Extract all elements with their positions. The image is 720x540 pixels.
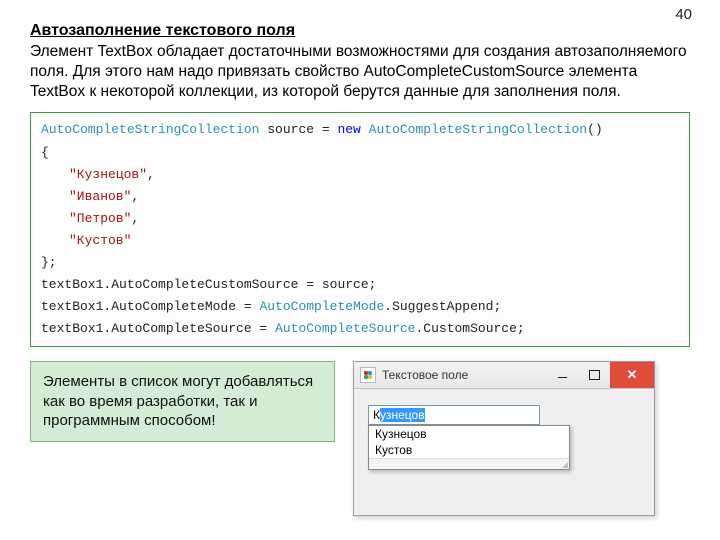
suggest-item[interactable]: Кустов bbox=[369, 442, 569, 458]
autocomplete-textbox[interactable]: Кузнецов Кузнецов Кустов bbox=[368, 405, 540, 425]
code-text: textBox1.AutoCompleteMode = bbox=[41, 299, 259, 314]
code-type: AutoCompleteStringCollection bbox=[41, 122, 259, 137]
body-paragraph: Элемент TextBox обладает достаточными во… bbox=[30, 42, 690, 102]
suggest-item[interactable]: Кузнецов bbox=[369, 426, 569, 442]
window-title: Текстовое поле bbox=[382, 368, 546, 382]
window-icon bbox=[360, 367, 376, 383]
window-client-area: Кузнецов Кузнецов Кустов bbox=[354, 389, 654, 515]
maximize-button[interactable] bbox=[578, 362, 610, 388]
code-string: "Кустов" bbox=[69, 233, 131, 248]
code-string: "Кузнецов" bbox=[69, 167, 147, 182]
page-number: 40 bbox=[675, 6, 692, 23]
minimize-button[interactable] bbox=[546, 362, 578, 388]
window-titlebar: Текстовое поле ✕ bbox=[354, 362, 654, 389]
selected-completion: узнецов bbox=[380, 408, 425, 422]
code-string: "Иванов" bbox=[69, 189, 131, 204]
code-type: AutoCompleteMode bbox=[259, 299, 384, 314]
resize-grip-icon[interactable] bbox=[369, 458, 569, 469]
code-punct: , bbox=[131, 211, 139, 226]
code-text bbox=[361, 122, 369, 137]
autocomplete-dropdown: Кузнецов Кустов bbox=[368, 425, 570, 470]
code-text: source = bbox=[259, 122, 337, 137]
code-type: AutoCompleteStringCollection bbox=[369, 122, 587, 137]
slide-content: Автозаполнение текстового поля Элемент T… bbox=[0, 0, 720, 347]
callout-note: Элементы в список могут добавляться как … bbox=[30, 361, 335, 442]
code-string: "Петров" bbox=[69, 211, 131, 226]
code-text: () bbox=[587, 122, 603, 137]
code-text: .CustomSource; bbox=[415, 321, 524, 336]
textbox-value: Кузнецов bbox=[369, 406, 539, 424]
code-text: textBox1.AutoCompleteSource = bbox=[41, 321, 275, 336]
heading: Автозаполнение текстового поля bbox=[30, 22, 690, 40]
window-buttons: ✕ bbox=[546, 362, 654, 388]
code-keyword: new bbox=[337, 122, 360, 137]
code-punct: , bbox=[147, 167, 155, 182]
code-text: .SuggestAppend; bbox=[384, 299, 501, 314]
code-type: AutoCompleteSource bbox=[275, 321, 415, 336]
code-punct: , bbox=[131, 189, 139, 204]
close-button[interactable]: ✕ bbox=[610, 362, 654, 388]
demo-window: Текстовое поле ✕ Кузнецов Кузнецов Кусто… bbox=[353, 361, 655, 516]
code-listing: AutoCompleteStringCollection source = ne… bbox=[30, 112, 690, 347]
code-line: textBox1.AutoCompleteCustomSource = sour… bbox=[41, 274, 681, 296]
code-line: { bbox=[41, 142, 681, 164]
code-line: }; bbox=[41, 252, 681, 274]
typed-char: К bbox=[373, 408, 380, 422]
